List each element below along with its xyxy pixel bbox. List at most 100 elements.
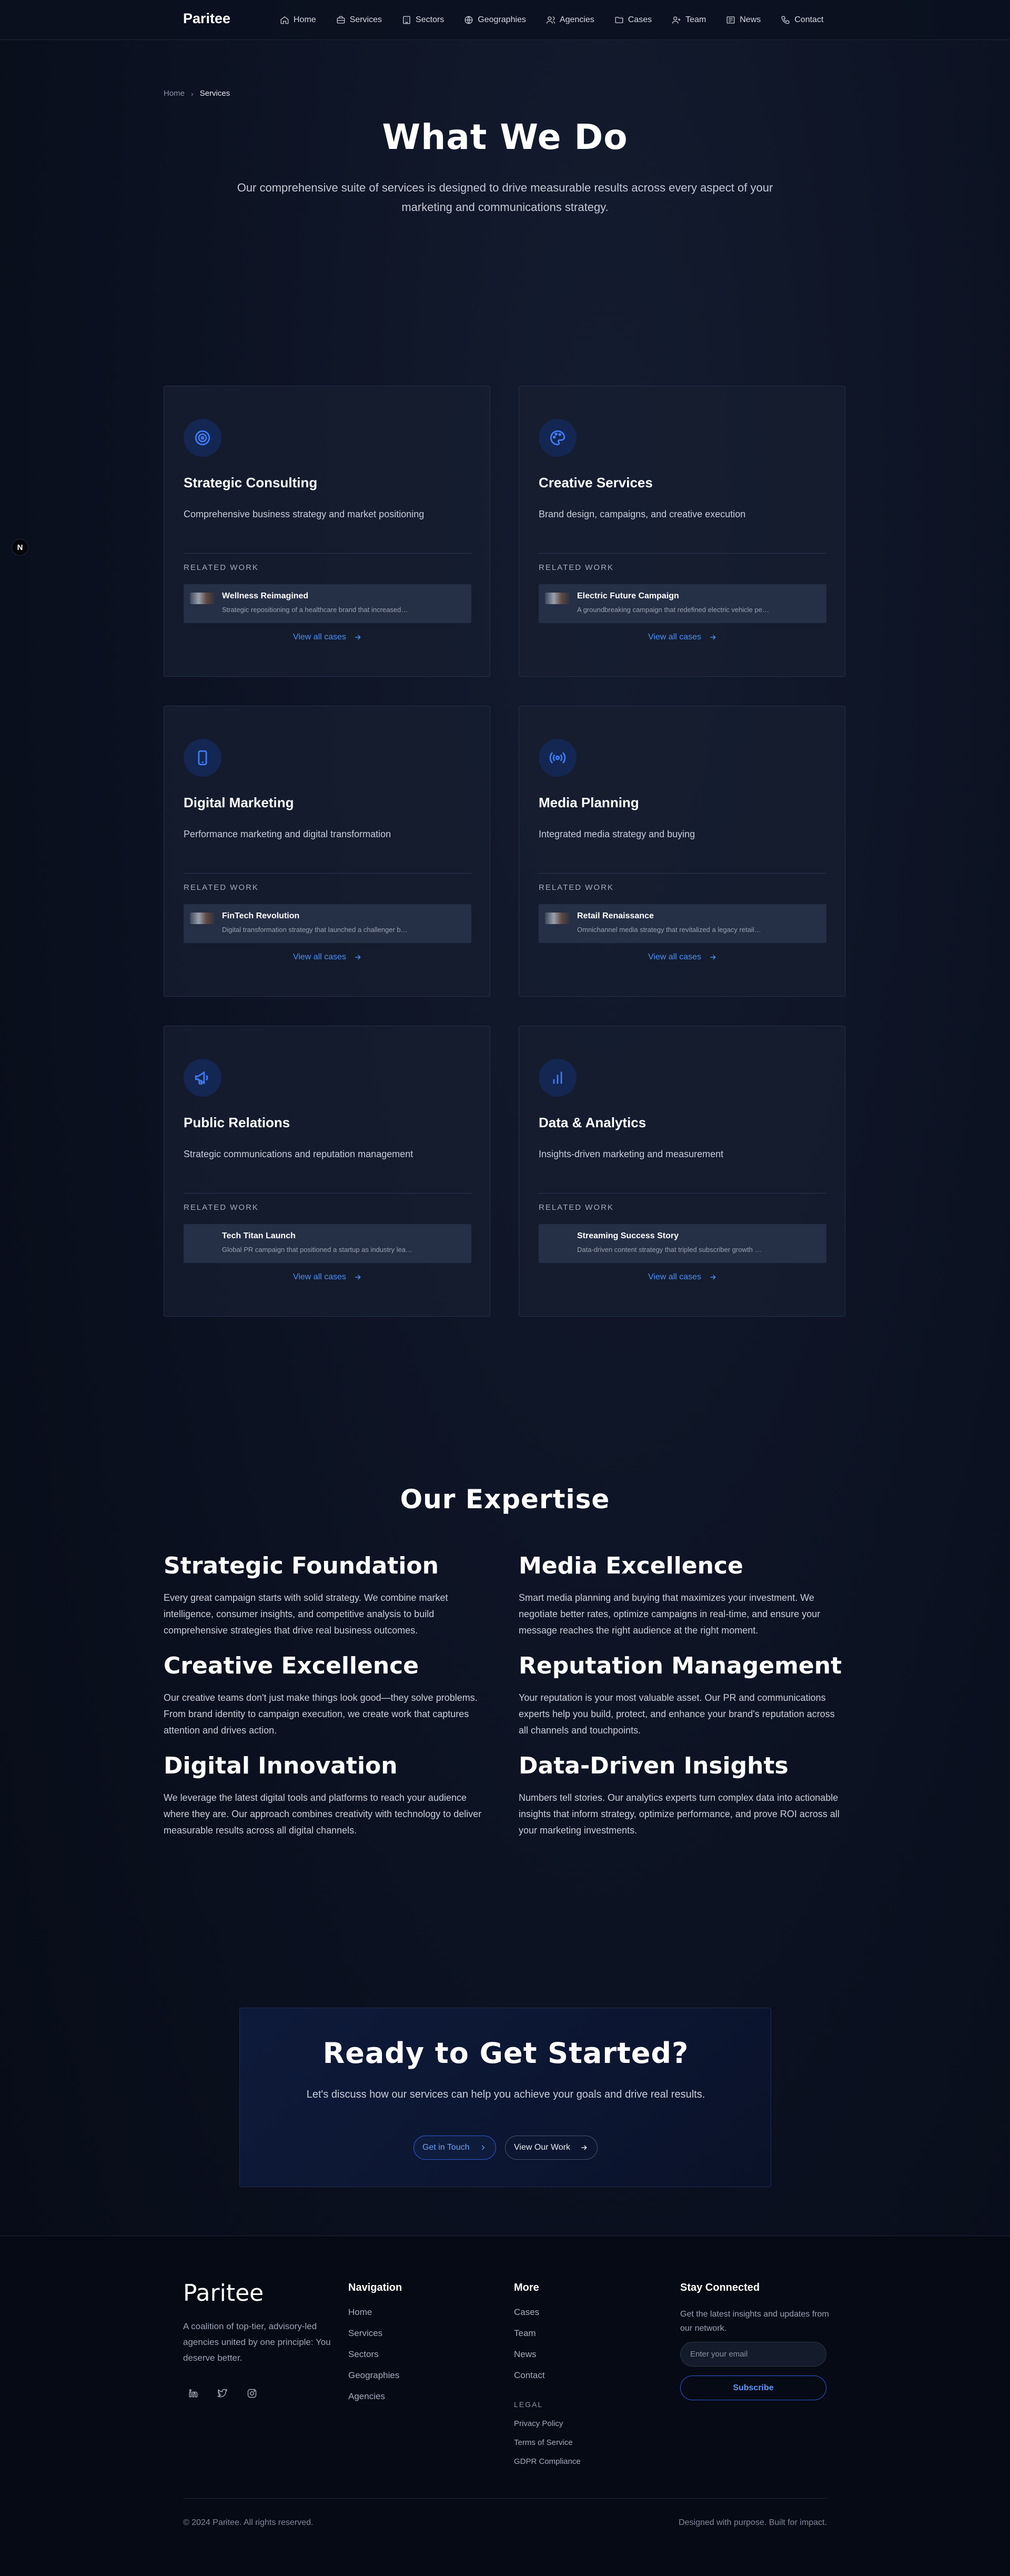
breadcrumb-separator: ›: [191, 89, 194, 98]
footer-link-services[interactable]: Services: [348, 2328, 382, 2339]
view-all-label: View all cases: [648, 953, 702, 961]
view-all-cases-link[interactable]: View all cases: [519, 633, 846, 642]
breadcrumb-home[interactable]: Home: [164, 89, 185, 98]
button-label: Get in Touch: [422, 2143, 470, 2152]
expertise-item: Digital Innovation We leverage the lates…: [164, 1752, 490, 1839]
nav-item-team[interactable]: Team: [672, 14, 706, 26]
expertise-title: Media Excellence: [519, 1552, 743, 1579]
footer-more-title: More: [514, 2282, 539, 2293]
newsletter-title: Stay Connected: [680, 2282, 760, 2293]
case-description: A groundbreaking campaign that redefined…: [577, 606, 769, 614]
footer-link-terms-of-service[interactable]: Terms of Service: [514, 2438, 573, 2447]
service-card-creative-services[interactable]: Creative Services Brand design, campaign…: [519, 386, 845, 677]
service-description: Comprehensive business strategy and mark…: [184, 509, 425, 519]
footer-link-agencies[interactable]: Agencies: [348, 2391, 385, 2402]
button-label: View Our Work: [514, 2143, 570, 2152]
footer-link-sectors[interactable]: Sectors: [348, 2349, 379, 2360]
phone-icon: [781, 16, 790, 24]
nav-item-contact[interactable]: Contact: [781, 14, 823, 26]
footer-link-news[interactable]: News: [514, 2349, 537, 2360]
related-case[interactable]: Wellness Reimagined Strategic reposition…: [184, 584, 471, 623]
case-title: Streaming Success Story: [577, 1231, 679, 1240]
related-case[interactable]: Tech Titan Launch Global PR campaign tha…: [184, 1224, 471, 1263]
related-work-label: RELATED WORK: [184, 883, 259, 892]
service-description: Insights-driven marketing and measuremen…: [539, 1149, 724, 1159]
nav-item-home[interactable]: Home: [280, 14, 316, 26]
nav-item-sectors[interactable]: Sectors: [402, 14, 444, 26]
divider: [184, 1193, 471, 1194]
cta-panel: Ready to Get Started? Let's discuss how …: [239, 2008, 771, 2187]
palette-icon: [539, 419, 577, 457]
breadcrumb: Home › Services: [164, 89, 230, 98]
expertise-text: Smart media planning and buying that max…: [519, 1592, 821, 1636]
get-in-touch-button[interactable]: Get in Touch: [413, 2136, 496, 2160]
expertise-item: Data-Driven Insights Numbers tell storie…: [519, 1752, 845, 1839]
newsletter-email-input[interactable]: Enter your email: [680, 2342, 826, 2367]
view-all-label: View all cases: [292, 953, 347, 961]
expertise-item: Creative Excellence Our creative teams d…: [164, 1652, 490, 1739]
footer-link-team[interactable]: Team: [514, 2328, 536, 2339]
expertise-title: Data-Driven Insights: [519, 1752, 789, 1779]
footer-link-contact[interactable]: Contact: [514, 2370, 545, 2381]
service-card-data-analytics[interactable]: Data & Analytics Insights-driven marketi…: [519, 1026, 845, 1317]
expertise-title: Creative Excellence: [164, 1652, 419, 1679]
nav-item-geographies[interactable]: Geographies: [464, 14, 526, 26]
related-case[interactable]: FinTech Revolution Digital transformatio…: [184, 904, 471, 943]
related-work-label: RELATED WORK: [539, 1203, 614, 1212]
related-case[interactable]: Electric Future Campaign A groundbreakin…: [539, 584, 826, 623]
view-all-cases-link[interactable]: View all cases: [164, 633, 491, 642]
subscribe-button[interactable]: Subscribe: [680, 2375, 826, 2400]
related-work-label: RELATED WORK: [184, 1203, 259, 1212]
case-description: Omnichannel media strategy that revitali…: [577, 926, 761, 934]
service-card-digital-marketing[interactable]: Digital Marketing Performance marketing …: [164, 706, 490, 997]
twitter-icon[interactable]: [213, 2383, 233, 2403]
nav-item-news[interactable]: News: [726, 14, 761, 26]
view-all-cases-link[interactable]: View all cases: [519, 1272, 846, 1282]
copyright: © 2024 Paritee. All rights reserved.: [183, 2518, 314, 2527]
footer-link-home[interactable]: Home: [348, 2307, 372, 2318]
floating-badge[interactable]: N: [12, 539, 28, 556]
related-work-label: RELATED WORK: [539, 563, 614, 572]
page-subtitle: Our comprehensive suite of services is d…: [237, 181, 773, 214]
service-card-media-planning[interactable]: Media Planning Integrated media strategy…: [519, 706, 845, 997]
footer-bottom-divider: [183, 2498, 827, 2499]
service-title: Media Planning: [539, 795, 639, 810]
smartphone-icon: [184, 739, 221, 777]
view-all-label: View all cases: [648, 633, 702, 642]
instagram-icon[interactable]: [242, 2383, 262, 2403]
cta-title: Ready to Get Started?: [322, 2037, 689, 2070]
service-description: Strategic communications and reputation …: [184, 1149, 413, 1159]
view-all-label: View all cases: [292, 633, 347, 642]
service-title: Public Relations: [184, 1115, 290, 1130]
divider: [184, 553, 471, 554]
nav-item-label: Sectors: [416, 15, 445, 24]
nav-item-agencies[interactable]: Agencies: [546, 14, 594, 26]
nav-item-cases[interactable]: Cases: [614, 14, 652, 26]
footer-brand[interactable]: Paritee: [183, 2280, 264, 2307]
view-our-work-button[interactable]: View Our Work: [505, 2136, 598, 2160]
nav-item-services[interactable]: Services: [336, 14, 382, 26]
footer-link-cases[interactable]: Cases: [514, 2307, 539, 2318]
view-all-label: View all cases: [648, 1272, 702, 1281]
globe-icon: [464, 16, 473, 24]
related-case[interactable]: Streaming Success Story Data-driven cont…: [539, 1224, 826, 1263]
building-icon: [403, 16, 410, 24]
expertise-text: We leverage the latest digital tools and…: [164, 1792, 482, 1836]
chevron-right-icon: [481, 2145, 484, 2150]
footer-link-geographies[interactable]: Geographies: [348, 2370, 399, 2381]
view-all-cases-link[interactable]: View all cases: [164, 953, 491, 962]
view-all-cases-link[interactable]: View all cases: [519, 953, 846, 962]
service-card-public-relations[interactable]: Public Relations Strategic communication…: [164, 1026, 490, 1317]
case-thumbnail: [545, 593, 570, 604]
view-all-cases-link[interactable]: View all cases: [164, 1272, 491, 1282]
nav-item-label: Home: [294, 15, 316, 24]
footer-link-gdpr-compliance[interactable]: GDPR Compliance: [514, 2457, 581, 2466]
footer-link-privacy-policy[interactable]: Privacy Policy: [514, 2419, 563, 2428]
brand-logo[interactable]: Paritee: [183, 11, 230, 27]
service-card-strategic-consulting[interactable]: Strategic Consulting Comprehensive busin…: [164, 386, 490, 677]
related-case[interactable]: Retail Renaissance Omnichannel media str…: [539, 904, 826, 943]
divider: [539, 1193, 826, 1194]
linkedin-icon[interactable]: [183, 2383, 203, 2403]
nav-item-label: Geographies: [478, 15, 526, 24]
arrow-right-icon: [355, 1275, 361, 1280]
